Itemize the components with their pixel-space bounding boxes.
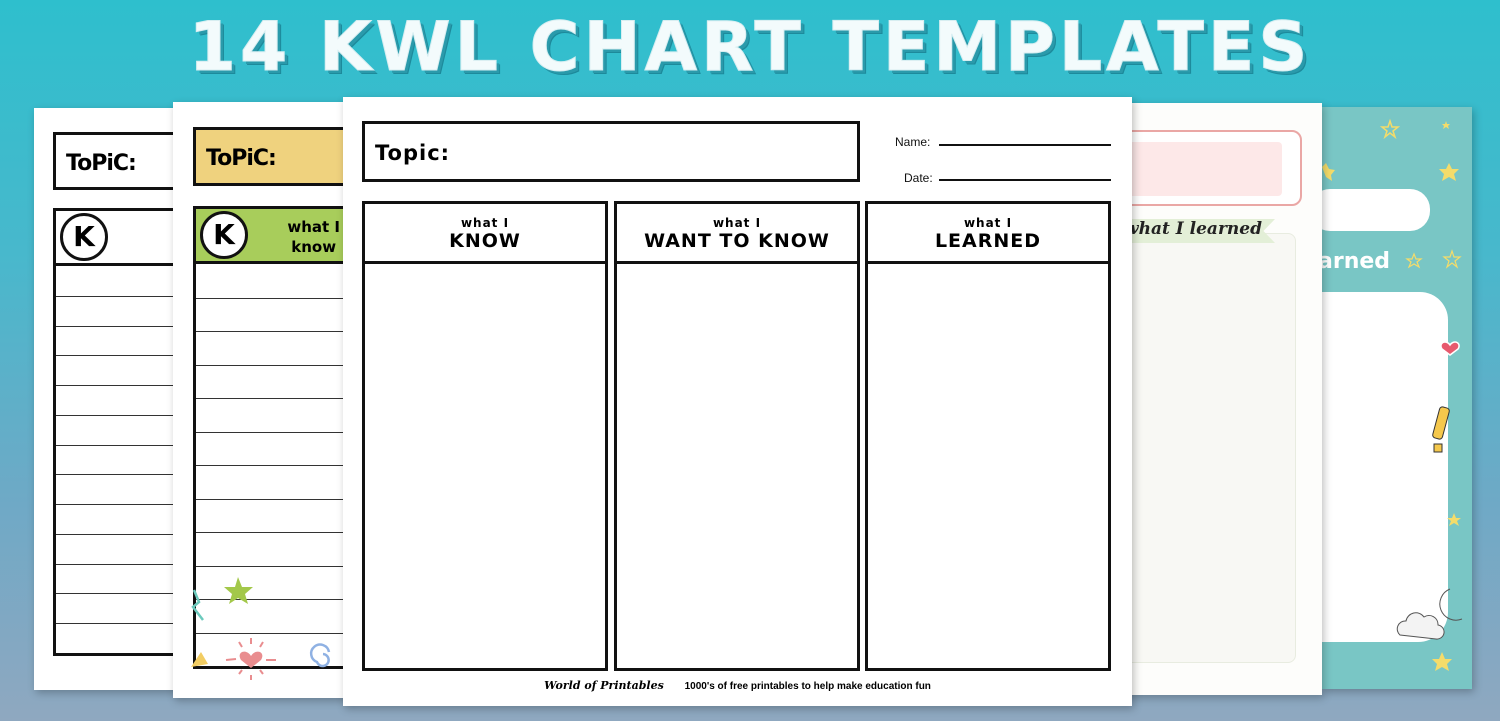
want-to-know-column[interactable]: what I WANT TO KNOW — [614, 201, 860, 671]
ribbon-banner: what I learned — [1120, 219, 1275, 243]
ruled-line — [56, 623, 184, 625]
star-icon — [1405, 252, 1423, 269]
ruled-line — [196, 431, 353, 433]
brand-logo: World of Printables — [544, 679, 664, 692]
zigzag-icon — [191, 589, 204, 621]
ruled-line — [56, 355, 184, 357]
topic-label: Topic: — [375, 141, 451, 165]
column-header: what I KNOW — [365, 204, 605, 264]
star-icon — [224, 577, 253, 604]
ruled-line — [56, 385, 184, 387]
learned-box — [1120, 233, 1296, 663]
doodle-decorations — [191, 577, 331, 680]
ruled-line — [56, 593, 184, 595]
ruled-line — [56, 414, 184, 416]
k-label-line1: what I — [287, 218, 340, 236]
topic-box: ToPiC: — [53, 132, 184, 190]
footer: World of Printables 1000's of free print… — [343, 679, 1132, 692]
topic-label: ToPiC: — [206, 146, 277, 171]
cloud-icon — [1396, 612, 1445, 640]
star-icon — [1439, 163, 1459, 181]
template-preview-2[interactable]: ToPiC: K what I know — [173, 102, 353, 698]
ruled-line — [196, 297, 353, 299]
topic-label: ToPiC: — [66, 151, 137, 176]
k-column-header: K what I know — [193, 206, 353, 264]
learned-column[interactable]: what I LEARNED — [865, 201, 1111, 671]
ruled-line — [56, 563, 184, 565]
column-subtitle: what I — [712, 216, 762, 230]
star-icon — [1379, 118, 1401, 140]
ribbon-label: what I learned — [1124, 219, 1262, 239]
ruled-line — [196, 465, 353, 466]
ruled-line — [56, 444, 184, 446]
column-subtitle: what I — [963, 216, 1013, 230]
column-title: LEARNED — [934, 230, 1042, 252]
k-column-label: what I know — [287, 217, 340, 257]
ruled-line — [196, 498, 353, 500]
name-label: Name: — [895, 135, 931, 149]
column-header: what I WANT TO KNOW — [617, 204, 857, 264]
heart-icon — [1440, 341, 1460, 356]
template-preview-1[interactable]: ToPiC: K what I know — [34, 108, 184, 690]
know-column[interactable]: what I KNOW — [362, 201, 608, 671]
template-preview-5[interactable]: arned — [1322, 107, 1472, 689]
column-subtitle: what I — [460, 216, 510, 230]
topic-box — [1120, 130, 1302, 206]
moon-icon — [1439, 588, 1463, 621]
ruled-line — [196, 565, 353, 567]
date-label: Date: — [904, 171, 933, 185]
star-icon — [1442, 249, 1462, 269]
ruled-line — [56, 474, 184, 476]
ruled-lines — [53, 266, 184, 656]
date-line[interactable] — [939, 179, 1111, 181]
triangle-icon — [191, 652, 208, 667]
ruled-line — [56, 533, 184, 535]
ruled-line — [56, 504, 184, 506]
topic-field[interactable]: Topic: — [362, 121, 860, 182]
topic-fill — [1120, 142, 1282, 196]
sky-decorations — [1322, 118, 1463, 671]
topic-box: ToPiC: — [193, 127, 353, 186]
column-title: KNOW — [449, 230, 521, 252]
column-header: what I LEARNED — [868, 204, 1108, 264]
name-line[interactable] — [939, 144, 1111, 146]
ruled-line — [56, 325, 184, 327]
ruled-line — [196, 364, 353, 366]
footer-tagline: 1000's of free printables to help make e… — [684, 681, 931, 692]
exclamation-icon — [1432, 406, 1450, 453]
ruled-line — [196, 331, 353, 332]
k-letter-badge: K — [60, 213, 108, 261]
kwl-chart-main-template[interactable]: Topic: Name: Date: what I KNOW what I WA… — [343, 97, 1132, 706]
star-icon — [1322, 163, 1335, 181]
banner-title: 14 KWL CHART TEMPLATES — [188, 8, 1312, 88]
ruled-line — [196, 398, 353, 399]
ruled-line — [56, 295, 184, 297]
k-column-header: K what I know — [53, 208, 184, 266]
star-icon — [1432, 652, 1452, 671]
column-title: WANT TO KNOW — [644, 230, 830, 252]
star-icon — [1447, 513, 1461, 526]
template-preview-4[interactable]: what I learned — [1120, 103, 1322, 695]
star-icon — [1442, 121, 1450, 129]
k-letter-badge: K — [200, 211, 248, 259]
ruled-line — [196, 532, 353, 533]
heart-icon — [239, 651, 263, 668]
swirl-icon — [309, 643, 331, 668]
k-label-line2: know — [291, 238, 337, 256]
